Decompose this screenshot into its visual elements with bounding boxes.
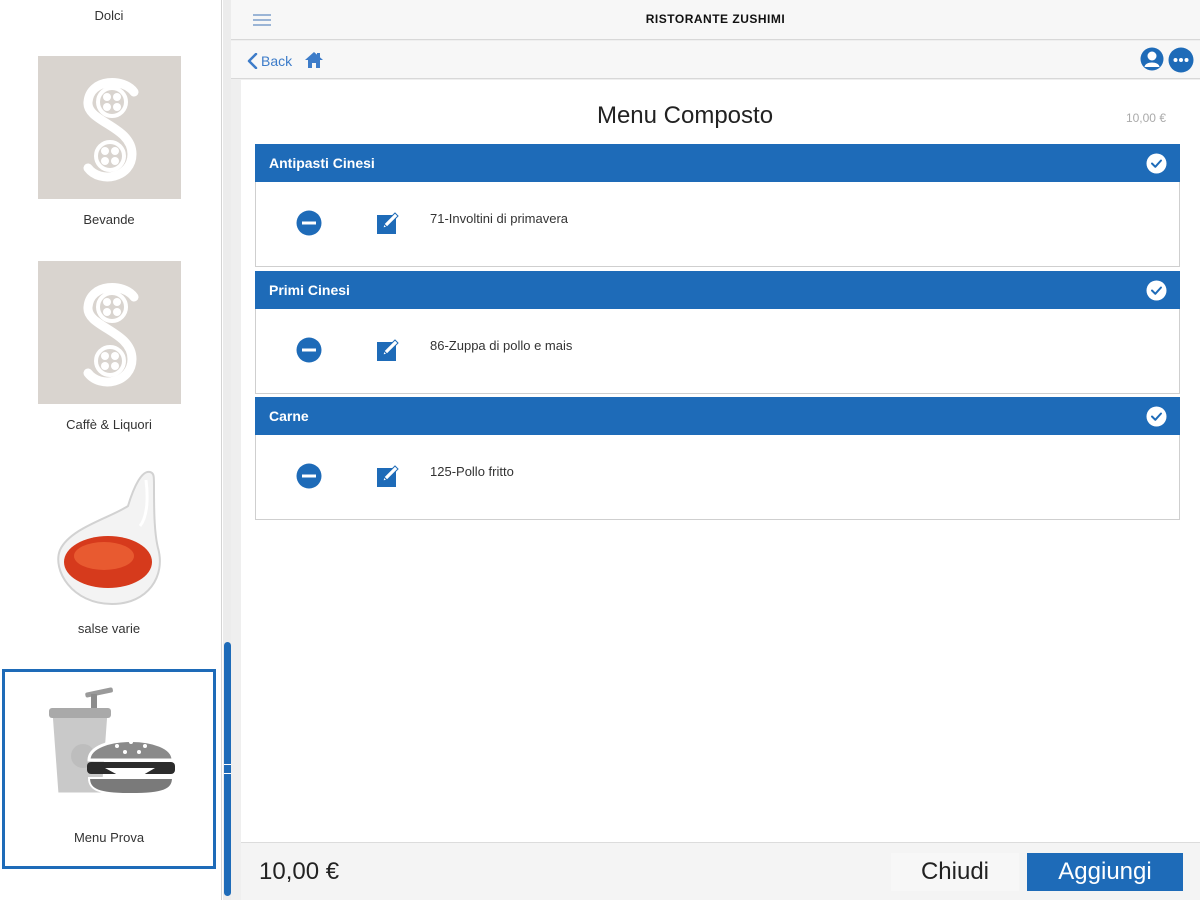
section-item-row: 71-Involtini di primavera: [255, 182, 1180, 267]
check-circle-icon: [1146, 153, 1167, 174]
section-title: Carne: [269, 408, 309, 424]
remove-item-icon[interactable]: [296, 337, 322, 363]
logo-s-icon: [83, 78, 139, 182]
menu-section: Primi Cinesi 86-Zuppa di pollo e mais: [255, 271, 1180, 394]
category-sidebar: Dolci Bevande Caffè & Liquori salse vari…: [0, 0, 222, 900]
chevron-left-icon: [247, 53, 258, 69]
category-label-menu-prova: Menu Prova: [73, 830, 145, 845]
section-header[interactable]: Primi Cinesi: [255, 271, 1180, 309]
menu-section: Carne 125-Pollo fritto: [255, 397, 1180, 520]
logo-s-icon: [83, 283, 139, 387]
remove-item-icon[interactable]: [296, 463, 322, 489]
menu-composer: Menu Composto 10,00 € Antipasti Cinesi 7…: [241, 80, 1200, 842]
home-icon[interactable]: [304, 50, 324, 70]
edit-item-icon[interactable]: [376, 338, 400, 362]
category-label-caffe-liquori[interactable]: Caffè & Liquori: [0, 417, 218, 432]
menu-title: Menu Composto: [596, 102, 774, 129]
sauce-spoon-image: [57, 470, 161, 606]
total-price: 10,00 €: [259, 858, 340, 885]
category-tile-salse-varie[interactable]: [0, 466, 218, 611]
item-name: 86-Zuppa di pollo e mais: [430, 338, 573, 353]
sidebar-scrollbar[interactable]: [223, 0, 231, 900]
section-header[interactable]: Carne: [255, 397, 1180, 435]
item-name: 125-Pollo fritto: [430, 464, 514, 479]
more-options-icon[interactable]: [1168, 47, 1194, 73]
sidebar-scroll-thumb[interactable]: [224, 642, 231, 896]
check-circle-icon: [1146, 406, 1167, 427]
menu-section: Antipasti Cinesi 71-Involtini di primave…: [255, 144, 1180, 267]
item-name: 71-Involtini di primavera: [430, 211, 569, 226]
scroll-grip-icon: [224, 764, 231, 774]
category-label-bevande[interactable]: Bevande: [0, 212, 218, 227]
edit-item-icon[interactable]: [376, 211, 400, 235]
section-item-row: 125-Pollo fritto: [255, 435, 1180, 520]
section-title: Antipasti Cinesi: [269, 155, 375, 171]
user-account-icon[interactable]: [1140, 47, 1164, 71]
section-item-row: 86-Zuppa di pollo e mais: [255, 309, 1180, 394]
app-title: RISTORANTE ZUSHIMI: [645, 12, 786, 26]
menu-price: 10,00 €: [1125, 111, 1166, 125]
title-bar: RISTORANTE ZUSHIMI: [231, 0, 1200, 40]
category-label-salse-varie[interactable]: salse varie: [0, 621, 218, 636]
remove-item-icon[interactable]: [296, 210, 322, 236]
back-button[interactable]: Back: [247, 51, 292, 71]
section-header[interactable]: Antipasti Cinesi: [255, 144, 1180, 182]
edit-item-icon[interactable]: [376, 464, 400, 488]
check-circle-icon: [1146, 280, 1167, 301]
section-title: Primi Cinesi: [269, 282, 350, 298]
category-tile-caffe-liquori[interactable]: [38, 261, 181, 404]
nav-bar: Back: [231, 41, 1200, 79]
add-button[interactable]: Aggiungi: [1027, 853, 1183, 891]
fastfood-menu-icon: [49, 687, 175, 796]
footer-bar: 10,00 € Chiudi Aggiungi: [241, 842, 1200, 900]
category-tile-menu-prova-selected[interactable]: Menu Prova: [2, 669, 216, 869]
back-label: Back: [261, 53, 293, 69]
close-button[interactable]: Chiudi: [891, 853, 1019, 891]
category-label-dolci[interactable]: Dolci: [0, 8, 218, 23]
main-panel: RISTORANTE ZUSHIMI Back Menu Composto 10…: [231, 0, 1200, 900]
category-tile-bevande[interactable]: [38, 56, 181, 199]
